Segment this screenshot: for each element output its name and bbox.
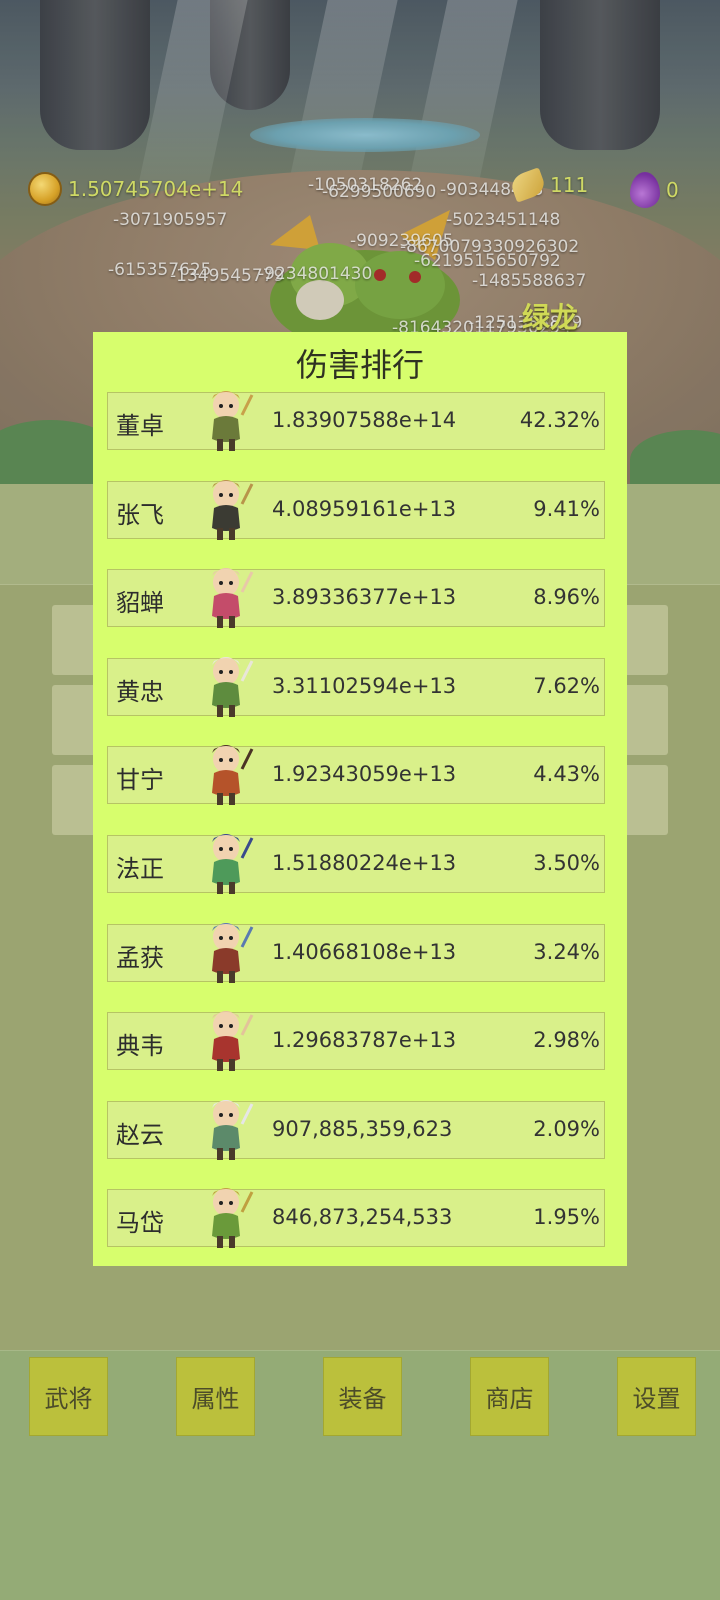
- hero-damage: 1.92343059e+13: [272, 762, 457, 787]
- fazheng-portrait-icon: [212, 834, 254, 894]
- huangzhong-portrait-icon: [212, 656, 254, 717]
- hero-damage: 846,873,254,533: [272, 1205, 453, 1230]
- hero-name: 孟获: [116, 943, 164, 972]
- hero-damage: 1.51880224e+13: [272, 851, 457, 875]
- ranking-row: 马岱 846,873,254,533 1.95%: [107, 1188, 605, 1249]
- dongzhuo-portrait-icon: [212, 391, 254, 451]
- damage-percent: 2.98%: [533, 1028, 600, 1053]
- dianwei-portrait-icon: [212, 1011, 254, 1072]
- madai-portrait-icon: [212, 1188, 254, 1249]
- zhangfei-portrait-icon: [212, 479, 254, 540]
- ranking-row: 典韦 1.29683787e+13 2.98%: [107, 1011, 605, 1072]
- ranking-row: 法正 1.51880224e+13 3.50%: [107, 834, 605, 894]
- hero-damage: 907,885,359,623: [272, 1116, 453, 1141]
- hero-damage: 3.31102594e+13: [272, 673, 457, 698]
- hero-name: 貂蝉: [116, 589, 164, 618]
- damage-percent: 3.50%: [533, 851, 600, 875]
- ranking-row: 孟获 1.40668108e+13 3.24%: [107, 922, 605, 983]
- zhaoyun-portrait-icon: [212, 1099, 254, 1160]
- hero-name: 赵云: [116, 1120, 164, 1149]
- damage-ranking-panel: 伤害排行 董卓 1.83907588e+14 42.32% 张飞 4.08959161e…: [93, 332, 627, 1266]
- damage-percent: 42.32%: [519, 408, 600, 432]
- menghuo-portrait-icon: [212, 922, 254, 983]
- ranking-row: 赵云 907,885,359,623 2.09%: [107, 1099, 605, 1160]
- hero-damage: 1.40668108e+13: [272, 939, 457, 964]
- ranking-row: 董卓 1.83907588e+14 42.32%: [107, 391, 605, 451]
- ranking-row: 貂蝉 3.89336377e+13 8.96%: [107, 568, 605, 629]
- ranking-row: 张飞 4.08959161e+13 9.41%: [107, 479, 605, 540]
- hero-name: 黄忠: [116, 677, 164, 706]
- ranking-row: 黄忠 3.31102594e+13 7.62%: [107, 656, 605, 717]
- diaochan-portrait-icon: [212, 568, 254, 629]
- hero-name: 典韦: [116, 1032, 164, 1061]
- hero-name: 法正: [116, 855, 164, 883]
- hero-name: 董卓: [116, 412, 164, 440]
- hero-damage: 3.89336377e+13: [272, 585, 457, 610]
- damage-percent: 2.09%: [533, 1116, 600, 1141]
- hero-name: 张飞: [116, 500, 164, 529]
- hero-damage: 1.83907588e+14: [272, 408, 457, 432]
- damage-percent: 4.43%: [533, 762, 600, 787]
- damage-percent: 1.95%: [533, 1205, 600, 1230]
- hero-name: 马岱: [116, 1209, 164, 1238]
- ranking-title: 伤害排行: [295, 346, 424, 384]
- damage-percent: 7.62%: [533, 673, 600, 698]
- hero-name: 甘宁: [116, 766, 164, 795]
- hero-damage: 1.29683787e+13: [272, 1028, 457, 1053]
- damage-percent: 9.41%: [533, 496, 600, 521]
- hero-damage: 4.08959161e+13: [272, 496, 457, 521]
- damage-percent: 8.96%: [533, 585, 600, 610]
- ganning-portrait-icon: [212, 745, 254, 806]
- damage-percent: 3.24%: [533, 939, 600, 964]
- ranking-row: 甘宁 1.92343059e+13 4.43%: [107, 745, 605, 806]
